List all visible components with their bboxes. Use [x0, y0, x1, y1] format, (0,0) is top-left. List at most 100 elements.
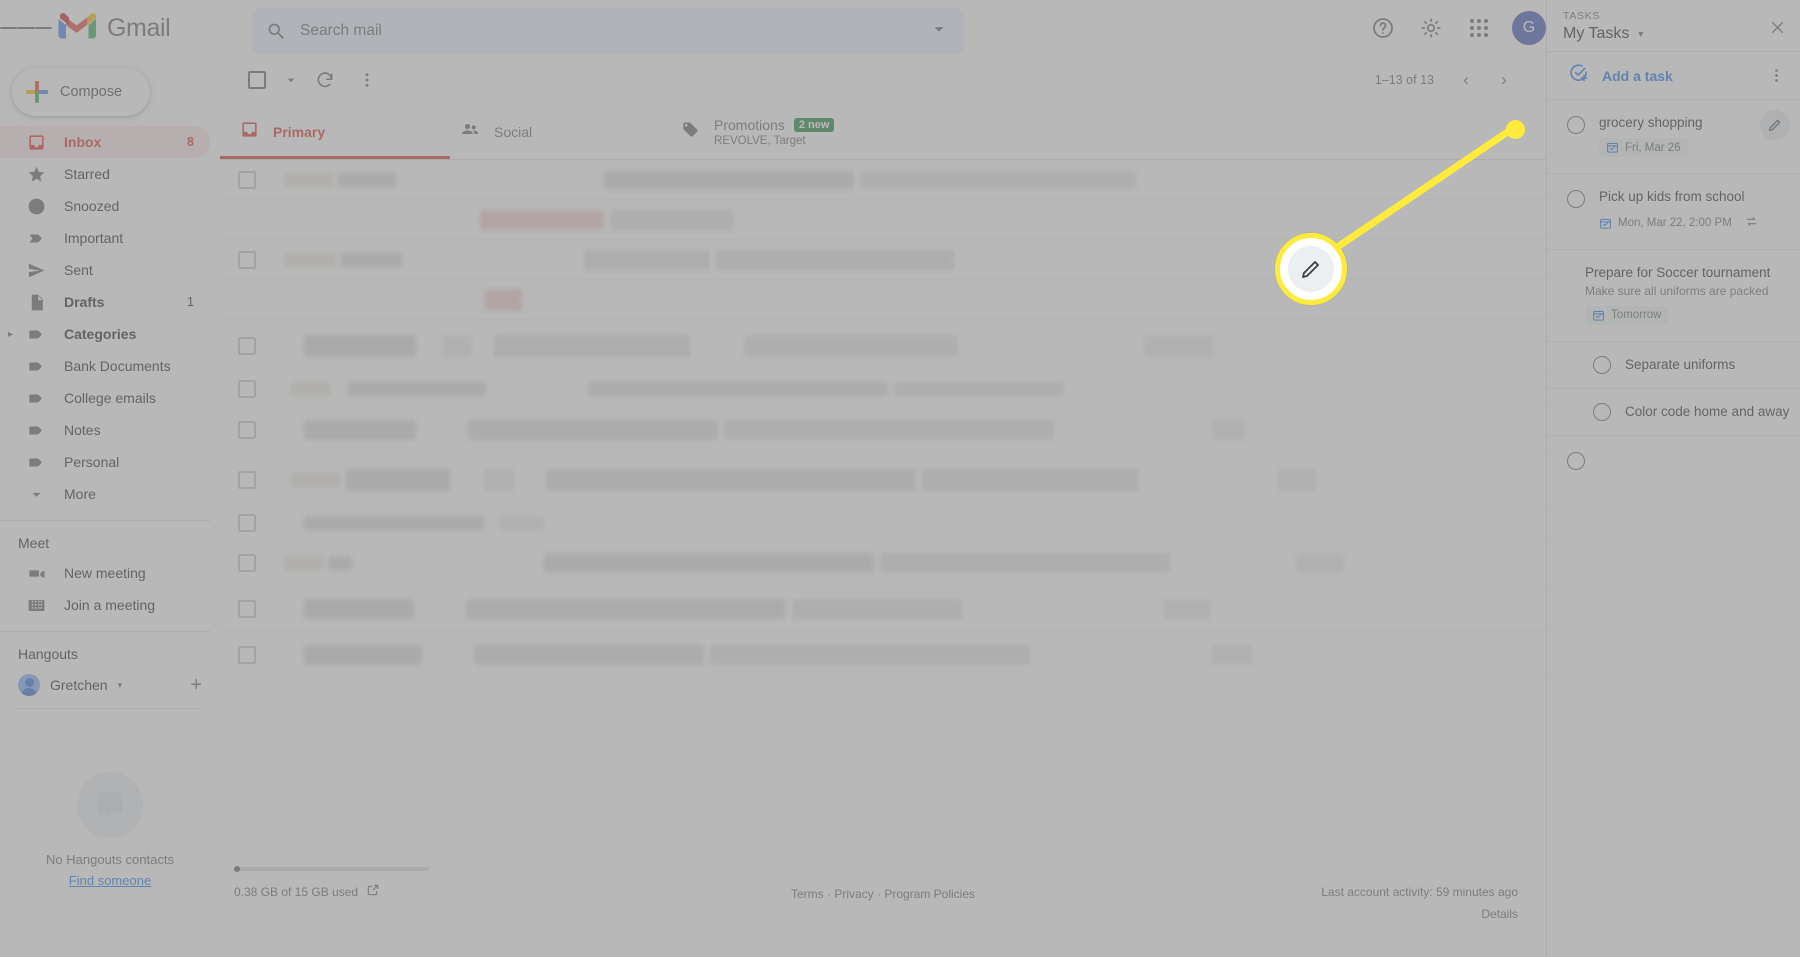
refresh-icon[interactable]: [306, 61, 344, 99]
sidebar-item-important[interactable]: Important: [0, 222, 210, 254]
chevron-right-icon[interactable]: ›: [1486, 62, 1522, 98]
sidebar-item-sent[interactable]: Sent: [0, 254, 210, 286]
task-item[interactable]: Pick up kids from school Mon, Mar 22, 2:…: [1547, 173, 1800, 249]
hangouts-user-row[interactable]: Gretchen ▾ +: [0, 668, 220, 702]
plus-icon[interactable]: +: [190, 674, 202, 697]
table-row[interactable]: [220, 406, 1546, 454]
sidebar-item-personal[interactable]: Personal: [0, 446, 210, 478]
calendar-icon: [1606, 141, 1619, 154]
tasks-list-selector[interactable]: My Tasks ▼: [1563, 25, 1786, 43]
sidebar-item-bank-documents[interactable]: Bank Documents: [0, 350, 210, 382]
select-all-checkbox[interactable]: [238, 61, 276, 99]
compose-button[interactable]: Compose: [12, 68, 150, 116]
row-checkbox[interactable]: [238, 170, 256, 189]
video-camera-icon: [26, 564, 46, 583]
tab-social[interactable]: Social: [440, 104, 660, 159]
task-complete-checkbox[interactable]: [1567, 116, 1585, 134]
plus-icon: [26, 81, 48, 103]
chevron-right-icon[interactable]: ▸: [8, 329, 13, 340]
task-item[interactable]: grocery shopping Fri, Mar 26: [1547, 99, 1800, 173]
task-edit-pencil-icon[interactable]: [1760, 110, 1790, 140]
account-details-link[interactable]: Details: [1321, 903, 1518, 925]
task-new-row[interactable]: [1547, 434, 1800, 484]
task-item[interactable]: Prepare for Soccer tournament Make sure …: [1547, 248, 1800, 341]
sidebar-item-inbox[interactable]: Inbox 8: [0, 126, 210, 158]
row-checkbox[interactable]: [238, 645, 256, 664]
tasks-list-name: My Tasks: [1563, 25, 1630, 42]
table-row[interactable]: [220, 506, 1546, 540]
sidebar-item-label: Categories: [64, 326, 137, 342]
tag-icon: [680, 119, 700, 144]
chevron-down-icon[interactable]: ▾: [118, 680, 123, 691]
avatar[interactable]: G: [1512, 11, 1546, 45]
table-row[interactable]: [220, 372, 1546, 406]
table-row[interactable]: [220, 160, 1546, 200]
sidebar-item-college-emails[interactable]: College emails: [0, 382, 210, 414]
row-checkbox[interactable]: [238, 599, 256, 618]
sidebar-item-label: Bank Documents: [64, 358, 171, 374]
row-checkbox[interactable]: [238, 250, 256, 269]
chevron-left-icon[interactable]: ‹: [1448, 62, 1484, 98]
sidebar-item-drafts[interactable]: Drafts 1: [0, 286, 210, 318]
compose-label: Compose: [60, 84, 123, 100]
gmail-logo[interactable]: Gmail: [58, 13, 171, 43]
label-important-icon: [26, 229, 46, 248]
add-task-icon[interactable]: [1569, 63, 1589, 88]
task-item[interactable]: Separate uniforms: [1547, 340, 1800, 388]
sidebar-item-more[interactable]: More: [0, 478, 210, 510]
table-row[interactable]: [220, 240, 1546, 280]
more-vert-icon[interactable]: [1762, 62, 1790, 90]
table-row[interactable]: [220, 586, 1546, 632]
task-due-chip[interactable]: Fri, Mar 26: [1599, 138, 1688, 157]
table-row[interactable]: [220, 320, 1546, 372]
close-icon[interactable]: [1762, 12, 1792, 42]
task-complete-checkbox[interactable]: [1593, 355, 1611, 374]
task-complete-checkbox[interactable]: [1567, 190, 1585, 208]
send-icon: [26, 261, 46, 280]
apps-grid-icon[interactable]: [1458, 7, 1500, 49]
sidebar-item-label: More: [64, 486, 96, 502]
select-all-caret-icon[interactable]: [280, 61, 302, 99]
find-someone-link[interactable]: Find someone: [0, 873, 220, 888]
divider: [18, 708, 202, 709]
table-row[interactable]: [220, 678, 1546, 680]
table-row[interactable]: [220, 280, 1546, 320]
sidebar-item-snoozed[interactable]: Snoozed: [0, 190, 210, 222]
sidebar-item-categories[interactable]: ▸ Categories: [0, 318, 210, 350]
calendar-icon: [1592, 309, 1605, 322]
search-options-icon[interactable]: [928, 18, 950, 45]
tab-promotions[interactable]: Promotions 2 new REVOLVE, Target: [660, 104, 980, 159]
hamburger-icon[interactable]: [0, 24, 52, 33]
hangouts-avatar-icon: [18, 674, 40, 696]
task-due-chip[interactable]: Mon, Mar 22, 2:00 PM: [1599, 212, 1765, 234]
more-vert-icon[interactable]: [348, 61, 386, 99]
add-task-button[interactable]: Add a task: [1602, 68, 1673, 84]
table-row[interactable]: [220, 454, 1546, 506]
task-complete-checkbox[interactable]: [1593, 402, 1611, 421]
row-checkbox[interactable]: [238, 420, 256, 439]
hangouts-user-name: Gretchen: [50, 677, 108, 693]
task-due-chip[interactable]: Tomorrow: [1585, 305, 1669, 325]
label-icon: [26, 453, 46, 472]
row-checkbox[interactable]: [238, 553, 256, 572]
sidebar-item-join-meeting[interactable]: Join a meeting: [0, 589, 210, 621]
task-complete-checkbox[interactable]: [1567, 451, 1585, 470]
people-icon: [460, 119, 480, 144]
row-checkbox[interactable]: [238, 513, 256, 532]
row-checkbox[interactable]: [238, 470, 256, 489]
sidebar-item-starred[interactable]: Starred: [0, 158, 210, 190]
tab-primary[interactable]: Primary: [220, 104, 450, 159]
row-checkbox[interactable]: [238, 336, 256, 355]
sidebar-item-new-meeting[interactable]: New meeting: [0, 557, 210, 589]
help-icon[interactable]: [1362, 7, 1404, 49]
sidebar-item-notes[interactable]: Notes: [0, 414, 210, 446]
table-row[interactable]: [220, 540, 1546, 586]
search-box[interactable]: [252, 8, 964, 54]
gear-icon[interactable]: [1410, 7, 1452, 49]
row-checkbox[interactable]: [238, 379, 256, 398]
search-input[interactable]: [292, 22, 928, 40]
table-row[interactable]: [220, 632, 1546, 678]
task-item[interactable]: Color code home and away: [1547, 387, 1800, 435]
table-row[interactable]: [220, 200, 1546, 240]
task-title: Separate uniforms: [1625, 357, 1736, 372]
